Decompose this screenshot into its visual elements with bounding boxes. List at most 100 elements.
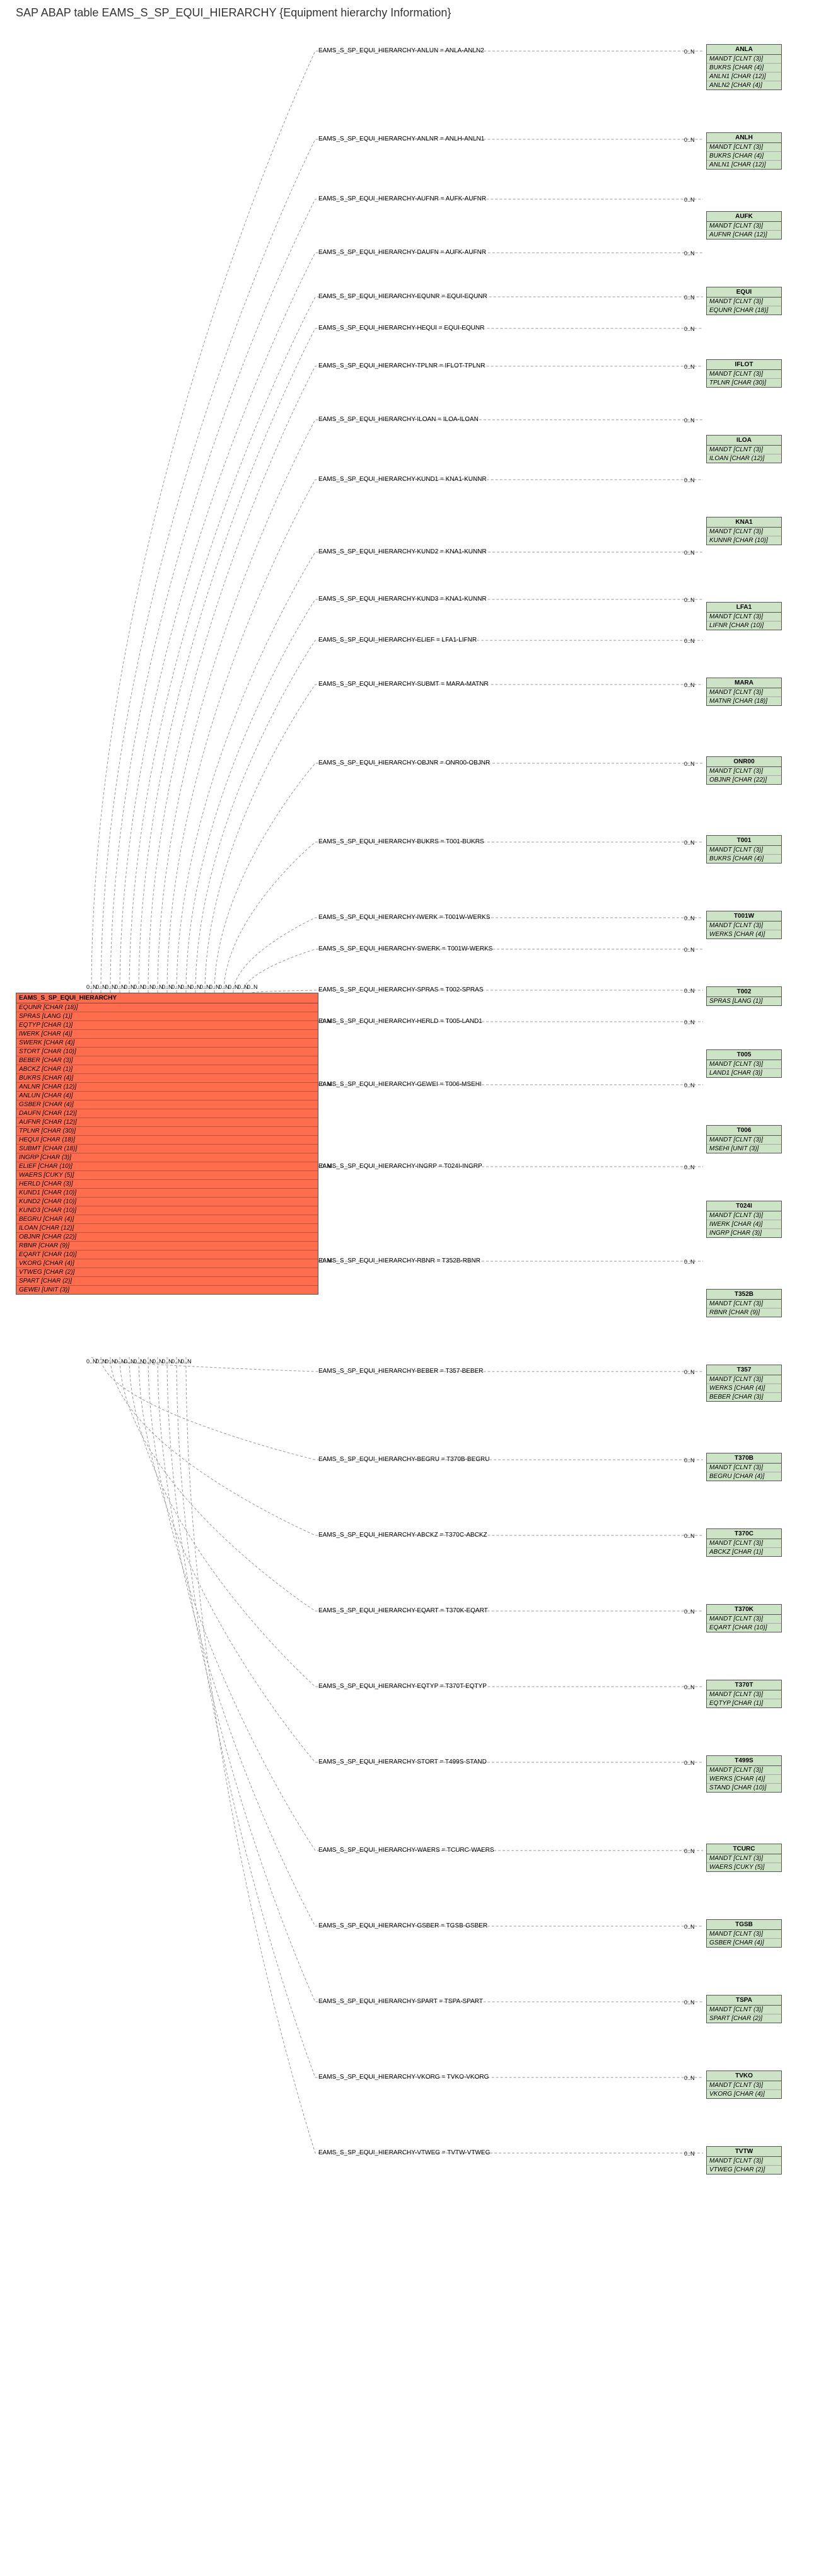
ref-entity-TGSB: TGSBMANDT [CLNT (3)]GSBER [CHAR (4)] bbox=[706, 1919, 782, 1948]
cardinality-left: 0..N bbox=[181, 1358, 192, 1365]
ref-field: BUKRS [CHAR (4)] bbox=[707, 855, 781, 863]
ref-entity-T370C: T370CMANDT [CLNT (3)]ABCKZ [CHAR (1)] bbox=[706, 1528, 782, 1557]
ref-field: MANDT [CLNT (3)] bbox=[707, 446, 781, 454]
main-field: ELIEF [CHAR (10)] bbox=[16, 1162, 318, 1171]
main-field: ANLUN [CHAR (4)] bbox=[16, 1092, 318, 1100]
ref-field: INGRP [CHAR (3)] bbox=[707, 1229, 781, 1237]
relationship-label: EAMS_S_SP_EQUI_HIERARCHY-ELIEF = LFA1-LI… bbox=[318, 637, 477, 644]
ref-field: MANDT [CLNT (3)] bbox=[707, 1464, 781, 1472]
cardinality-right: 0..N bbox=[684, 1848, 695, 1854]
main-field: WAERS [CUKY (5)] bbox=[16, 1171, 318, 1180]
cardinality-right: 0..N bbox=[684, 1082, 695, 1089]
main-field: BEGRU [CHAR (4)] bbox=[16, 1215, 318, 1224]
ref-field: EQART [CHAR (10)] bbox=[707, 1624, 781, 1632]
main-field: ANLNR [CHAR (12)] bbox=[16, 1083, 318, 1092]
ref-entity-header: TSPA bbox=[707, 1996, 781, 2006]
ref-entity-LFA1: LFA1MANDT [CLNT (3)]LIFNR [CHAR (10)] bbox=[706, 602, 782, 630]
ref-field: MANDT [CLNT (3)] bbox=[707, 1690, 781, 1699]
main-field: KUND2 [CHAR (10)] bbox=[16, 1198, 318, 1206]
ref-field: MANDT [CLNT (3)] bbox=[707, 767, 781, 776]
ref-entity-T357: T357MANDT [CLNT (3)]WERKS [CHAR (4)]BEBE… bbox=[706, 1365, 782, 1402]
ref-field: GSBER [CHAR (4)] bbox=[707, 1939, 781, 1947]
ref-entity-T370T: T370TMANDT [CLNT (3)]EQTYP [CHAR (1)] bbox=[706, 1680, 782, 1708]
ref-entity-header: ONR00 bbox=[707, 757, 781, 767]
ref-field: MANDT [CLNT (3)] bbox=[707, 1930, 781, 1939]
ref-field: MANDT [CLNT (3)] bbox=[707, 1615, 781, 1624]
ref-entity-T370B: T370BMANDT [CLNT (3)]BEGRU [CHAR (4)] bbox=[706, 1453, 782, 1481]
ref-field: MANDT [CLNT (3)] bbox=[707, 1136, 781, 1145]
ref-entity-header: TGSB bbox=[707, 1920, 781, 1930]
cardinality-right: 0..N bbox=[684, 915, 695, 921]
cardinality-right: 0..N bbox=[684, 1369, 695, 1375]
main-field: ABCKZ [CHAR (1)] bbox=[16, 1065, 318, 1074]
cardinality-left: 0..N bbox=[321, 1081, 332, 1087]
ref-field: MANDT [CLNT (3)] bbox=[707, 921, 781, 930]
relationship-label: EAMS_S_SP_EQUI_HIERARCHY-EQART = T370K-E… bbox=[318, 1607, 488, 1614]
main-field: BEBER [CHAR (3)] bbox=[16, 1056, 318, 1065]
ref-entity-T001: T001MANDT [CLNT (3)]BUKRS [CHAR (4)] bbox=[706, 835, 782, 863]
ref-entity-TSPA: TSPAMANDT [CLNT (3)]SPART [CHAR (2)] bbox=[706, 1995, 782, 2023]
cardinality-right: 0..N bbox=[684, 1684, 695, 1690]
relationship-label: EAMS_S_SP_EQUI_HIERARCHY-SWERK = T001W-W… bbox=[318, 945, 492, 952]
relationship-label: EAMS_S_SP_EQUI_HIERARCHY-ILOAN = ILOA-IL… bbox=[318, 416, 479, 423]
main-field: SPART [CHAR (2)] bbox=[16, 1277, 318, 1286]
ref-field: RBNR [CHAR (9)] bbox=[707, 1308, 781, 1317]
cardinality-right: 0..N bbox=[684, 477, 695, 483]
ref-field: MANDT [CLNT (3)] bbox=[707, 370, 781, 379]
main-field: SPRAS [LANG (1)] bbox=[16, 1012, 318, 1021]
ref-entity-header: MARA bbox=[707, 678, 781, 688]
ref-entity-ANLH: ANLHMANDT [CLNT (3)]BUKRS [CHAR (4)]ANLN… bbox=[706, 132, 782, 170]
ref-field: MANDT [CLNT (3)] bbox=[707, 1766, 781, 1775]
main-field: EQART [CHAR (10)] bbox=[16, 1250, 318, 1259]
cardinality-right: 0..N bbox=[684, 364, 695, 370]
relationship-label: EAMS_S_SP_EQUI_HIERARCHY-SPART = TSPA-SP… bbox=[318, 1998, 483, 2005]
ref-entity-T352B: T352BMANDT [CLNT (3)]RBNR [CHAR (9)] bbox=[706, 1289, 782, 1317]
ref-field: ANLN2 [CHAR (4)] bbox=[707, 81, 781, 90]
ref-field: MANDT [CLNT (3)] bbox=[707, 1539, 781, 1548]
cardinality-right: 0..N bbox=[684, 550, 695, 556]
cardinality-left: 0..N bbox=[321, 1163, 332, 1169]
cardinality-right: 0..N bbox=[684, 638, 695, 644]
main-field: VKORG [CHAR (4)] bbox=[16, 1259, 318, 1268]
main-field: RBNR [CHAR (9)] bbox=[16, 1242, 318, 1250]
cardinality-left: 0..N bbox=[321, 1018, 332, 1024]
ref-entity-KNA1: KNA1MANDT [CLNT (3)]KUNNR [CHAR (10)] bbox=[706, 517, 782, 545]
ref-entity-ILOA: ILOAMANDT [CLNT (3)]ILOAN [CHAR (12)] bbox=[706, 435, 782, 463]
cardinality-right: 0..N bbox=[684, 988, 695, 994]
main-field: KUND3 [CHAR (10)] bbox=[16, 1206, 318, 1215]
relationship-label: EAMS_S_SP_EQUI_HIERARCHY-WAERS = TCURC-W… bbox=[318, 1847, 494, 1854]
main-field: OBJNR [CHAR (22)] bbox=[16, 1233, 318, 1242]
ref-entity-header: T001W bbox=[707, 911, 781, 921]
ref-field: WERKS [CHAR (4)] bbox=[707, 930, 781, 939]
relationship-label: EAMS_S_SP_EQUI_HIERARCHY-KUND3 = KNA1-KU… bbox=[318, 596, 487, 603]
ref-field: MANDT [CLNT (3)] bbox=[707, 297, 781, 306]
main-field: EQUNR [CHAR (18)] bbox=[16, 1003, 318, 1012]
cardinality-right: 0..N bbox=[684, 1259, 695, 1265]
relationship-label: EAMS_S_SP_EQUI_HIERARCHY-EQUNR = EQUI-EQ… bbox=[318, 293, 487, 300]
ref-entity-header: EQUI bbox=[707, 287, 781, 297]
ref-entity-header: T499S bbox=[707, 1756, 781, 1766]
cardinality-right: 0..N bbox=[684, 1533, 695, 1539]
ref-entity-header: T370B bbox=[707, 1453, 781, 1464]
ref-entity-EQUI: EQUIMANDT [CLNT (3)]EQUNR [CHAR (18)] bbox=[706, 287, 782, 315]
ref-entity-header: LFA1 bbox=[707, 603, 781, 613]
diagram-title: SAP ABAP table EAMS_S_SP_EQUI_HIERARCHY … bbox=[16, 6, 451, 20]
relationship-label: EAMS_S_SP_EQUI_HIERARCHY-SPRAS = T002-SP… bbox=[318, 986, 484, 993]
relationship-label: EAMS_S_SP_EQUI_HIERARCHY-AUFNR = AUFK-AU… bbox=[318, 195, 486, 202]
cardinality-right: 0..N bbox=[684, 326, 695, 332]
ref-field: EQUNR [CHAR (18)] bbox=[707, 306, 781, 315]
ref-entity-AUFK: AUFKMANDT [CLNT (3)]AUFNR [CHAR (12)] bbox=[706, 211, 782, 240]
ref-field: MANDT [CLNT (3)] bbox=[707, 2157, 781, 2166]
ref-entity-header: T001 bbox=[707, 836, 781, 846]
ref-entity-header: AUFK bbox=[707, 212, 781, 222]
cardinality-right: 0..N bbox=[684, 2151, 695, 2157]
relationship-label: EAMS_S_SP_EQUI_HIERARCHY-BEGRU = T370B-B… bbox=[318, 1456, 489, 1463]
relationship-label: EAMS_S_SP_EQUI_HIERARCHY-OBJNR = ONR00-O… bbox=[318, 760, 490, 766]
main-field: VTWEG [CHAR (2)] bbox=[16, 1268, 318, 1277]
cardinality-right: 0..N bbox=[684, 1609, 695, 1615]
ref-entity-header: TVTW bbox=[707, 2147, 781, 2157]
ref-field: MANDT [CLNT (3)] bbox=[707, 2081, 781, 2090]
cardinality-right: 0..N bbox=[684, 1164, 695, 1170]
main-field: DAUFN [CHAR (12)] bbox=[16, 1109, 318, 1118]
relationship-label: EAMS_S_SP_EQUI_HIERARCHY-VTWEG = TVTW-VT… bbox=[318, 2149, 490, 2156]
